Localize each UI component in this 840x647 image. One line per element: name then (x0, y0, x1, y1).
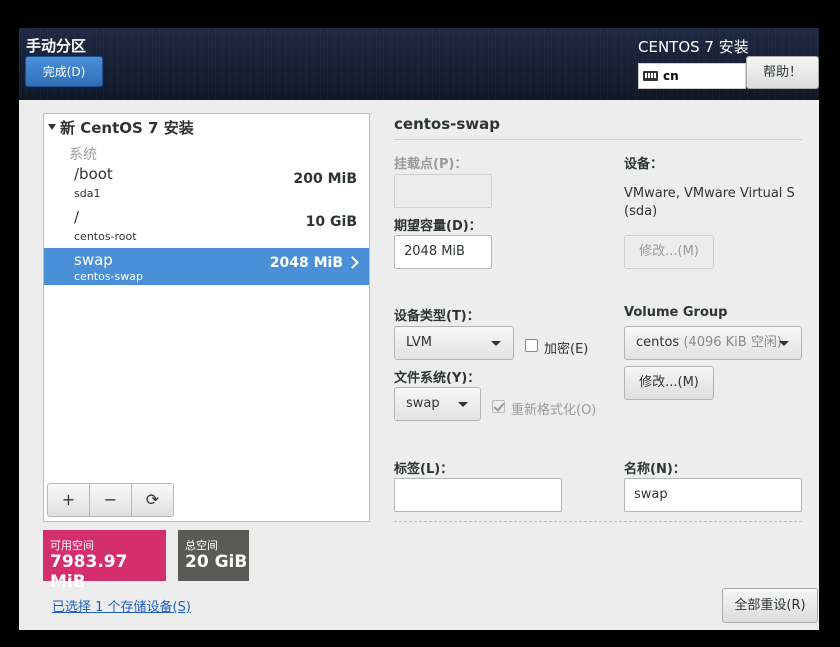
keyboard-layout-indicator[interactable]: cn (638, 63, 746, 89)
available-space-value: 7983.97 MiB (50, 552, 128, 592)
partition-tree: 新 CentOS 7 安装 系统 /boot sda1 200 MiB / ce… (43, 113, 370, 522)
form-divider (394, 521, 802, 522)
refresh-icon[interactable]: ⟳ (131, 483, 174, 517)
installation-root[interactable]: 新 CentOS 7 安装 (48, 117, 194, 138)
remove-partition-button[interactable]: − (89, 483, 132, 517)
available-space-tile: 可用空间 7983.97 MiB (43, 530, 166, 592)
mount-item-root[interactable]: / centos-root 10 GiB (44, 208, 369, 245)
storage-devices-link[interactable]: 已选择 1 个存储设备(S) (52, 596, 191, 615)
keyboard-layout-label: cn (663, 69, 679, 83)
device-modify-button[interactable]: 修改...(M) (624, 235, 714, 269)
total-space-tile: 总空间 20 GiB (178, 530, 249, 581)
done-button[interactable]: 完成(D) (25, 56, 103, 87)
expand-triangle-icon (48, 123, 56, 130)
installation-root-label: 新 CentOS 7 安装 (60, 119, 194, 137)
tag-label: 标签(L)： (394, 462, 454, 477)
mount-device: sda1 (74, 187, 101, 200)
mount-point-input[interactable] (394, 174, 492, 208)
dropdown-arrow-icon (491, 341, 501, 346)
add-partition-button[interactable]: + (47, 483, 90, 517)
volume-group-label: Volume Group (624, 305, 728, 320)
volume-group-select[interactable]: centos (4096 KiB 空闲) (624, 326, 802, 360)
mount-device: centos-root (74, 230, 137, 243)
keyboard-icon (643, 71, 658, 81)
device-value: VMware, VMware Virtual S (624, 186, 795, 201)
desired-capacity-label: 期望容量(D)： (394, 219, 482, 234)
desired-capacity-input[interactable]: 2048 MiB (394, 235, 492, 269)
volume-group-value: centos (636, 335, 680, 350)
filesystem-value: swap (406, 396, 440, 411)
mount-size: 2048 MiB (269, 255, 343, 271)
volume-group-free: (4096 KiB 空闲) (683, 335, 782, 350)
device-label: 设备： (624, 157, 664, 172)
mount-size: 200 MiB (293, 171, 358, 187)
name-input[interactable]: swap (624, 478, 802, 512)
mount-point: /boot (74, 165, 113, 183)
device-type-label: 设备类型(T)： (394, 309, 480, 324)
encrypt-checkbox[interactable] (525, 339, 538, 352)
dropdown-arrow-icon (458, 402, 468, 407)
title-divider (394, 139, 802, 140)
selected-device-title: centos-swap (394, 115, 501, 133)
reformat-checkbox[interactable] (492, 400, 505, 413)
chevron-right-icon (346, 256, 359, 269)
partition-toolbar: + − ⟳ (47, 483, 174, 517)
device-type-select[interactable]: LVM (394, 326, 514, 360)
tag-input[interactable] (394, 478, 562, 512)
encrypt-label: 加密(E) (544, 342, 589, 357)
help-button[interactable]: 帮助！ (746, 56, 819, 89)
system-section-label: 系统 (69, 147, 97, 163)
product-title: CENTOS 7 安装 (638, 38, 749, 56)
mount-item-swap[interactable]: swap centos-swap 2048 MiB (44, 248, 369, 285)
mount-point: swap (74, 251, 113, 269)
name-label: 名称(N)： (624, 462, 686, 477)
mount-point-label: 挂载点(P)： (394, 157, 468, 172)
mount-size: 10 GiB (305, 214, 357, 230)
reset-all-button[interactable]: 全部重设(R) (722, 588, 818, 623)
mount-point: / (74, 208, 80, 226)
mount-device: centos-swap (74, 270, 143, 283)
filesystem-select[interactable]: swap (394, 387, 481, 421)
volume-group-modify-button[interactable]: 修改...(M) (624, 366, 714, 400)
spoke-title: 手动分区 (26, 37, 87, 55)
total-space-value: 20 GiB (185, 552, 248, 572)
available-space-label: 可用空间 (50, 539, 94, 552)
dropdown-arrow-icon (779, 341, 789, 346)
total-space-label: 总空间 (185, 539, 218, 552)
mount-item-boot[interactable]: /boot sda1 200 MiB (44, 165, 369, 202)
reformat-label: 重新格式化(O) (511, 403, 597, 418)
filesystem-label: 文件系统(Y)： (394, 371, 481, 386)
device-value-id: (sda) (624, 204, 658, 219)
device-type-value: LVM (406, 335, 432, 350)
installer-window: 手动分区 完成(D) CENTOS 7 安装 cn 帮助！ 新 CentOS 7… (19, 28, 819, 630)
header-bar: 手动分区 完成(D) CENTOS 7 安装 cn 帮助！ (19, 28, 819, 100)
